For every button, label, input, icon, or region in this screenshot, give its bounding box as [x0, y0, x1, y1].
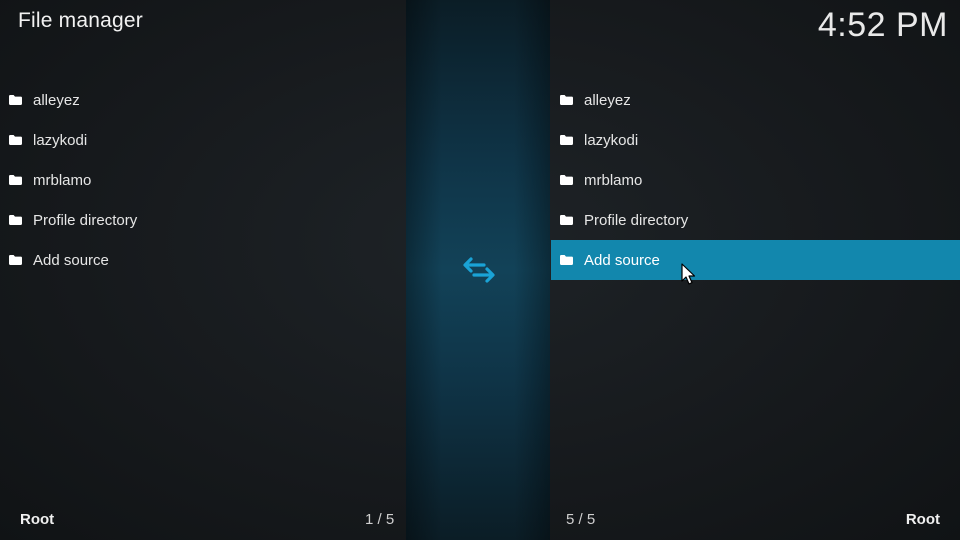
- item-label: alleyez: [584, 91, 631, 109]
- folder-icon: [9, 95, 22, 105]
- left-path-label: Root: [20, 511, 55, 528]
- file-manager-screen: File manager 4:52 PM alleyez lazykodi mr…: [0, 0, 960, 540]
- list-item[interactable]: alleyez: [551, 80, 960, 120]
- item-label: lazykodi: [584, 131, 639, 149]
- item-label: mrblamo: [584, 171, 643, 189]
- list-item[interactable]: mrblamo: [0, 160, 406, 200]
- folder-icon: [560, 95, 573, 105]
- list-item[interactable]: alleyez: [0, 80, 406, 120]
- list-item[interactable]: Profile directory: [0, 200, 406, 240]
- folder-icon: [560, 175, 573, 185]
- right-item-count: 5 / 5: [566, 511, 596, 528]
- folder-icon: [9, 255, 22, 265]
- folder-icon: [9, 175, 22, 185]
- list-item[interactable]: mrblamo: [551, 160, 960, 200]
- swap-arrows-icon[interactable]: [462, 255, 496, 285]
- list-item[interactable]: lazykodi: [0, 120, 406, 160]
- list-item-add-source-selected[interactable]: Add source: [551, 240, 960, 280]
- page-title: File manager: [18, 9, 143, 32]
- right-file-pane: alleyez lazykodi mrblamo Profile directo…: [551, 80, 960, 280]
- left-file-pane: alleyez lazykodi mrblamo Profile directo…: [0, 80, 406, 280]
- item-label: mrblamo: [33, 171, 92, 189]
- mouse-pointer-icon: [681, 263, 696, 285]
- folder-icon: [560, 255, 573, 265]
- item-label: alleyez: [33, 91, 80, 109]
- folder-icon: [9, 215, 22, 225]
- folder-icon: [560, 135, 573, 145]
- item-label: Profile directory: [584, 211, 689, 229]
- list-item[interactable]: Add source: [0, 240, 406, 280]
- item-label: Add source: [33, 251, 109, 269]
- list-item[interactable]: lazykodi: [551, 120, 960, 160]
- left-item-count: 1 / 5: [365, 511, 395, 528]
- item-label: Profile directory: [33, 211, 138, 229]
- clock: 4:52 PM: [817, 6, 948, 44]
- item-label: Add source: [584, 251, 660, 269]
- right-path-label: Root: [905, 511, 940, 528]
- folder-icon: [9, 135, 22, 145]
- folder-icon: [560, 215, 573, 225]
- list-item[interactable]: Profile directory: [551, 200, 960, 240]
- item-label: lazykodi: [33, 131, 88, 149]
